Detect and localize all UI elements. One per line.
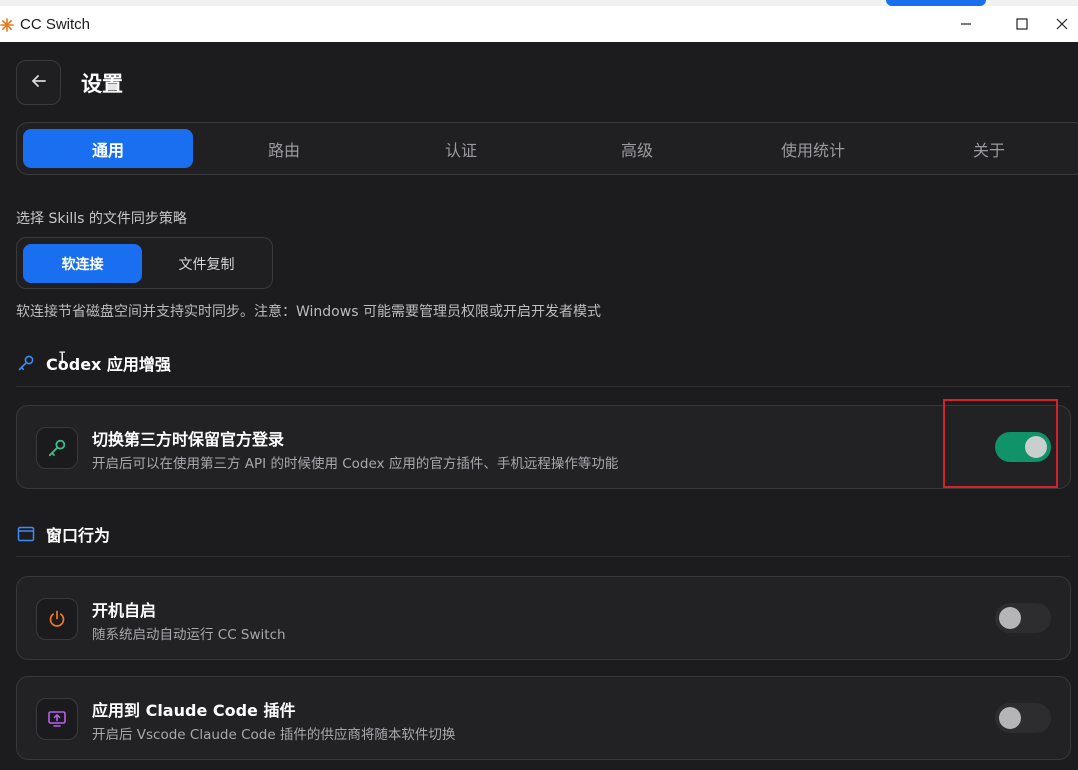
back-button[interactable] (16, 60, 61, 105)
symlink-option[interactable]: 软连接 (23, 244, 142, 283)
tab-auth[interactable]: 认证 (376, 129, 546, 168)
tab-advanced[interactable]: 高级 (552, 129, 722, 168)
monitor-upload-icon (36, 698, 78, 740)
card-description: 随系统启动自动运行 CC Switch (92, 627, 286, 643)
card-title: 切换第三方时保留官方登录 (92, 430, 285, 449)
minimize-button[interactable] (943, 6, 989, 42)
settings-tabs: 通用 路由 认证 高级 使用统计 关于 (16, 122, 1078, 175)
arrow-left-icon (30, 72, 48, 94)
toggle-knob (999, 607, 1021, 629)
skills-sync-segmented-control: 软连接 文件复制 (16, 237, 273, 289)
window-section-heading: 窗口行为 (16, 522, 110, 546)
app-logo-icon (0, 17, 14, 32)
title-bar: CC Switch (0, 6, 1078, 42)
tab-routing[interactable]: 路由 (199, 129, 369, 168)
keep-official-login-card: 切换第三方时保留官方登录 开启后可以在使用第三方 API 的时候使用 Codex… (16, 405, 1071, 489)
window-icon (16, 524, 36, 544)
maximize-button[interactable] (999, 6, 1045, 42)
apply-to-claude-code-toggle[interactable] (995, 703, 1051, 733)
power-icon (36, 598, 78, 640)
skills-sync-label: 选择 Skills 的文件同步策略 (16, 211, 187, 227)
text-cursor-icon: I (58, 350, 67, 366)
toggle-knob (999, 707, 1021, 729)
launch-at-startup-card: 开机自启 随系统启动自动运行 CC Switch (16, 576, 1071, 660)
codex-section-heading: Codex 应用增强 (16, 351, 171, 375)
card-description: 开启后可以在使用第三方 API 的时候使用 Codex 应用的官方插件、手机远程… (92, 456, 619, 472)
file-copy-option[interactable]: 文件复制 (147, 244, 266, 283)
section-divider (16, 386, 1071, 387)
card-title: 开机自启 (92, 601, 157, 620)
apply-to-claude-code-card: 应用到 Claude Code 插件 开启后 Vscode Claude Cod… (16, 676, 1071, 760)
tab-usage-stats[interactable]: 使用统计 (728, 129, 898, 168)
close-button[interactable] (1055, 6, 1078, 42)
card-description: 开启后 Vscode Claude Code 插件的供应商将随本软件切换 (92, 727, 456, 743)
window-section-title: 窗口行为 (46, 526, 111, 545)
section-divider (16, 556, 1071, 557)
launch-at-startup-toggle[interactable] (995, 603, 1051, 633)
tab-general[interactable]: 通用 (23, 129, 193, 168)
skills-sync-note: 软连接节省磁盘空间并支持实时同步。注意：Windows 可能需要管理员权限或开启… (16, 304, 601, 320)
key-icon (16, 353, 36, 373)
highlight-annotation-box (943, 399, 1058, 488)
window-title: CC Switch (20, 15, 91, 33)
tab-about[interactable]: 关于 (904, 129, 1074, 168)
page-title: 设置 (81, 72, 123, 96)
card-title: 应用到 Claude Code 插件 (92, 701, 296, 720)
key-icon (36, 427, 78, 469)
